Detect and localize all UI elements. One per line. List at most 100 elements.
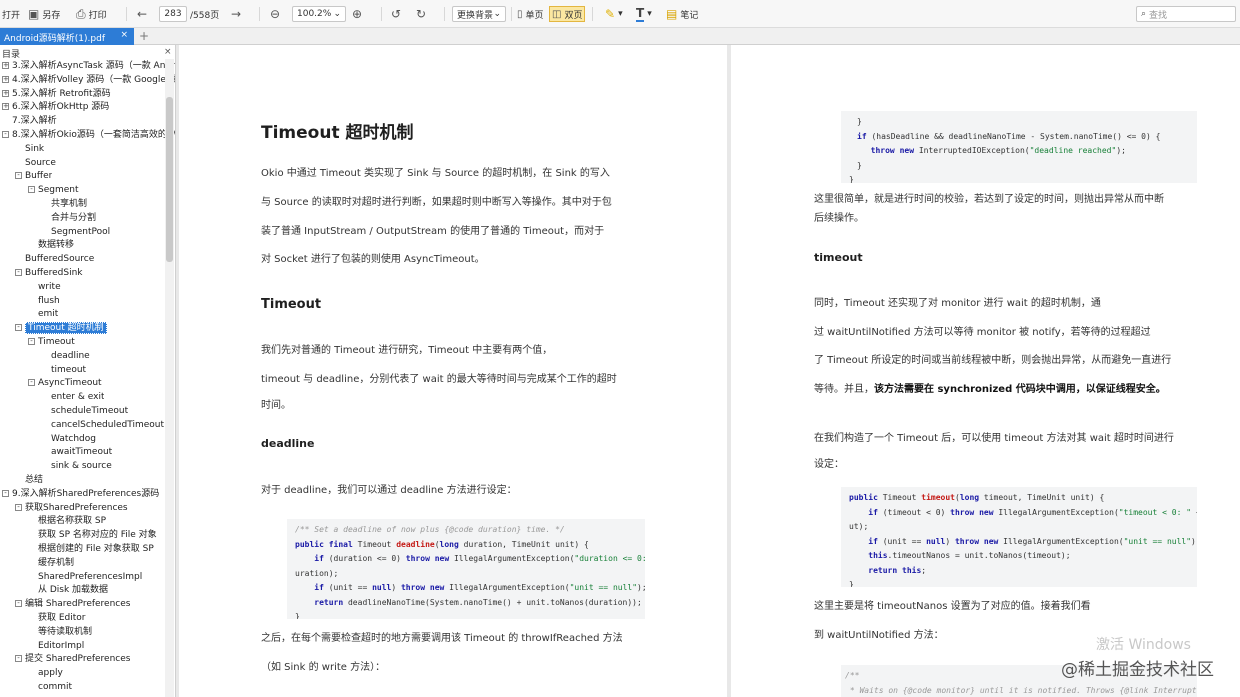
paragraph-line: 到 waitUntilNotified 方法： xyxy=(814,630,944,641)
collapse-icon[interactable]: - xyxy=(2,489,9,497)
outline-item[interactable]: 缓存机制 xyxy=(28,557,74,570)
code-line: if (timeout < 0) throw new IllegalArgume… xyxy=(868,507,1197,517)
outline-item[interactable]: 获取 Editor xyxy=(28,612,86,625)
section-title: Timeout 超时机制 xyxy=(261,123,414,143)
next-page-button[interactable]: → xyxy=(231,4,241,24)
outline-item[interactable]: -8.深入解析Okio源码（一套简洁高效的 I/ xyxy=(2,129,175,142)
open-button[interactable]: 打开 xyxy=(2,4,20,24)
expand-icon[interactable]: + xyxy=(2,62,9,69)
new-tab-button[interactable]: + xyxy=(139,29,149,43)
outline-item[interactable]: scheduleTimeout xyxy=(41,405,128,418)
outline-item[interactable]: - Timeout xyxy=(28,336,75,349)
outline-item-label: scheduleTimeout xyxy=(51,406,129,416)
outline-item[interactable]: apply xyxy=(28,667,63,680)
outline-item-label: AsyncTimeout xyxy=(38,378,102,389)
outline-item[interactable]: 7.深入解析 xyxy=(2,115,57,128)
outline-item[interactable]: 从 Disk 加载数据 xyxy=(28,584,108,597)
expand-icon[interactable]: + xyxy=(2,89,9,97)
tab-document[interactable]: Android源码解析(1).pdf × xyxy=(0,28,134,45)
outline-item[interactable]: commit xyxy=(28,681,72,694)
outline-item[interactable]: 总结 xyxy=(15,474,43,487)
collapse-icon[interactable]: - xyxy=(2,131,9,138)
outline-item[interactable]: enter & exit xyxy=(41,391,104,404)
outline-item[interactable]: - Timeout 超时机制 xyxy=(15,322,107,335)
outline-item[interactable]: SegmentPool xyxy=(41,226,110,239)
outline-item[interactable]: Sink xyxy=(15,143,44,156)
collapse-icon[interactable]: - xyxy=(28,186,35,194)
zoom-select[interactable]: 100.2% ⌄ xyxy=(292,4,346,24)
outline-item[interactable]: sink & source xyxy=(41,460,112,473)
outline-item[interactable]: 共享机制 xyxy=(41,198,87,211)
outline-item[interactable]: SharedPreferencesImpl xyxy=(28,571,142,584)
collapse-icon[interactable]: - xyxy=(15,600,22,608)
outline-item[interactable]: 获取 SP 名称对应的 File 对象 xyxy=(28,529,157,542)
outline-item[interactable]: Source xyxy=(15,157,56,170)
outline-item[interactable]: - Segment xyxy=(28,184,79,197)
outline-item[interactable]: write xyxy=(28,281,61,294)
divider xyxy=(126,7,127,21)
collapse-icon[interactable]: - xyxy=(15,503,22,511)
background-select[interactable]: 更换背景 ⌄ xyxy=(452,4,506,24)
outline-item[interactable]: - AsyncTimeout xyxy=(28,377,102,390)
outline-item[interactable]: +6.深入解析OkHttp 源码 xyxy=(2,101,109,114)
notes-label: 笔记 xyxy=(680,10,699,21)
single-page-button[interactable]: ▯ 单页 xyxy=(517,4,544,24)
outline-item[interactable]: emit xyxy=(28,308,58,321)
outline-item[interactable]: +3.深入解析AsyncTask 源码（一款 Android xyxy=(2,60,175,73)
rotate-right-button[interactable]: ↻ xyxy=(416,4,426,24)
outline-item-label: Watchdog xyxy=(51,433,96,444)
scrollbar-thumb[interactable] xyxy=(166,97,173,262)
paragraph-text: 等待。并且， xyxy=(814,384,874,395)
outline-item[interactable]: - 提交 SharedPreferences xyxy=(15,653,130,666)
zoom-out-button[interactable]: ⊖ xyxy=(270,4,280,24)
outline-item[interactable]: Watchdog xyxy=(41,433,96,446)
outline-item[interactable]: 根据名称获取 SP xyxy=(28,515,106,528)
outline-item[interactable]: awaitTimeout xyxy=(41,446,112,459)
collapse-icon[interactable]: - xyxy=(15,269,22,276)
code-line: } xyxy=(849,580,854,587)
outline-item[interactable]: deadline xyxy=(41,350,90,363)
search-box[interactable]: ⌕ 查找 xyxy=(1136,4,1236,24)
collapse-icon[interactable]: - xyxy=(15,324,22,332)
outline-item[interactable]: - 获取SharedPreferences xyxy=(15,502,128,515)
prev-page-button[interactable]: ← xyxy=(137,4,147,24)
expand-icon[interactable]: + xyxy=(2,103,9,111)
zoom-in-button[interactable]: ⊕ xyxy=(352,4,362,24)
outline-item-label: deadline xyxy=(51,350,90,361)
outline-item[interactable]: - BufferedSink xyxy=(15,267,83,280)
double-page-button[interactable]: ◫ 双页 xyxy=(549,6,586,22)
brand-watermark: @稀土掘金技术社区 xyxy=(1061,660,1214,680)
print-button[interactable]: ⎙ 打印 xyxy=(76,4,107,24)
collapse-icon[interactable]: - xyxy=(28,338,35,345)
page-input[interactable]: 283 xyxy=(159,6,187,22)
outline-item-label: 5.深入解析 Retrofit源码 xyxy=(12,88,111,99)
text-color-button[interactable]: T ▾ xyxy=(636,4,652,24)
outline-item[interactable]: flush xyxy=(28,295,60,308)
close-icon[interactable]: × xyxy=(120,30,128,40)
collapse-icon[interactable]: - xyxy=(15,172,22,180)
rotate-left-button[interactable]: ↺ xyxy=(391,4,401,24)
highlight-button[interactable]: ✎ ▾ xyxy=(605,4,623,24)
outline-item[interactable]: - 编辑 SharedPreferences xyxy=(15,598,130,611)
expand-icon[interactable]: + xyxy=(2,75,9,83)
outline-item[interactable]: 等待读取机制 xyxy=(28,626,92,639)
outline-item[interactable]: EditorImpl xyxy=(28,640,84,653)
outline-item[interactable]: cancelScheduledTimeout xyxy=(41,419,164,432)
close-icon[interactable]: × xyxy=(164,47,172,57)
outline-item[interactable]: timeout xyxy=(41,364,86,377)
outline-item[interactable]: -9.深入解析SharedPreferences源码 xyxy=(2,488,159,501)
collapse-icon[interactable]: - xyxy=(28,379,35,387)
outline-item[interactable]: +4.深入解析Volley 源码（一款 Google 推 xyxy=(2,74,175,87)
outline-item[interactable]: BufferedSource xyxy=(15,253,94,266)
sidebar-scrollbar[interactable] xyxy=(165,59,174,697)
notes-button[interactable]: ▤ 笔记 xyxy=(666,4,698,24)
outline-item[interactable]: 合并与分割 xyxy=(41,212,96,225)
outline-item[interactable]: +5.深入解析 Retrofit源码 xyxy=(2,88,111,101)
collapse-icon[interactable]: - xyxy=(15,655,22,663)
outline-item-label: 编辑 SharedPreferences xyxy=(25,599,131,610)
search-input[interactable]: 查找 xyxy=(1149,8,1167,21)
outline-item[interactable]: 数据转移 xyxy=(28,239,74,252)
save-as-button[interactable]: ▣ 另存 xyxy=(28,4,60,24)
outline-item[interactable]: 根据创建的 File 对象获取 SP xyxy=(28,543,154,556)
outline-item[interactable]: - Buffer xyxy=(15,170,52,183)
